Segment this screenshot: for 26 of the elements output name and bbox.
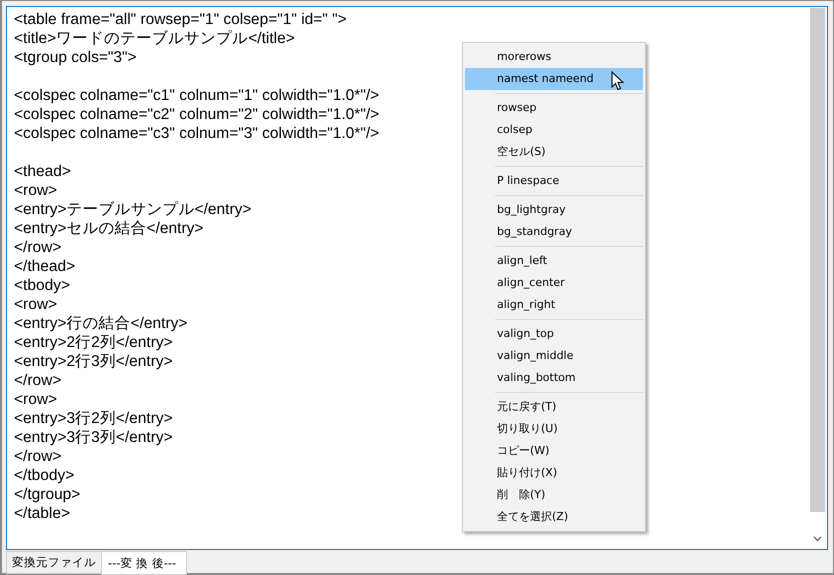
tab[interactable]: 変換元ファイル bbox=[6, 551, 101, 574]
menu-item[interactable]: namest nameend bbox=[465, 68, 643, 90]
menu-item[interactable]: valing_bottom bbox=[465, 367, 643, 389]
menu-item[interactable]: P linespace bbox=[465, 170, 643, 192]
menu-item[interactable]: 貼り付け(X) bbox=[465, 462, 643, 484]
scrollbar-thumb[interactable] bbox=[810, 8, 825, 512]
menu-item[interactable]: 元に戻す(T) bbox=[465, 396, 643, 418]
menu-item[interactable]: align_left bbox=[465, 250, 643, 272]
menu-item[interactable]: colsep bbox=[465, 119, 643, 141]
menu-item[interactable]: morerows bbox=[465, 46, 643, 68]
menu-item[interactable]: 空セル(S) bbox=[465, 141, 643, 163]
menu-item[interactable]: align_center bbox=[465, 272, 643, 294]
menu-item[interactable]: 切り取り(U) bbox=[465, 418, 643, 440]
menu-item[interactable]: valign_top bbox=[465, 323, 643, 345]
text-editor[interactable]: <table frame="all" rowsep="1" colsep="1" id=" "> <title>ワードのテーブルサンプル</title> <tgroup cols="3"> <colspec colname="c1" colnum="1" colwidth="1.0*"/> <colspec colname="c2" colnum="2" colwidth="1.0*"/> <colspec colname="c3" colnum="3" colwidth="1.0*"/> <thead> <row> <entry>テーブルサンプル</entry> <entry>セルの結合</entry> </row> </thead> <tbody> <row> <entry>行の結合</entry> <entry>2行2列</entry> <entry>2行3列</entry> </row> <row> <entry>3行2列</entry> <entry>3行3列</entry> </row> </tbody> </tgroup> </table> bbox=[7, 7, 380, 523]
menu-item[interactable]: 削 除(Y) bbox=[465, 484, 643, 506]
menu-item[interactable]: valign_middle bbox=[465, 345, 643, 367]
chevron-down-icon[interactable] bbox=[813, 536, 822, 542]
menu-item[interactable]: コピー(W) bbox=[465, 440, 643, 462]
cursor-icon bbox=[611, 71, 624, 91]
menu-item[interactable]: 全てを選択(Z) bbox=[465, 506, 643, 528]
tab[interactable]: ---変 換 後--- bbox=[101, 551, 188, 575]
menu-item[interactable]: bg_lightgray bbox=[465, 199, 643, 221]
menu-item[interactable]: align_right bbox=[465, 294, 643, 316]
menu-item[interactable]: rowsep bbox=[465, 97, 643, 119]
menu-item[interactable]: bg_standgray bbox=[465, 221, 643, 243]
